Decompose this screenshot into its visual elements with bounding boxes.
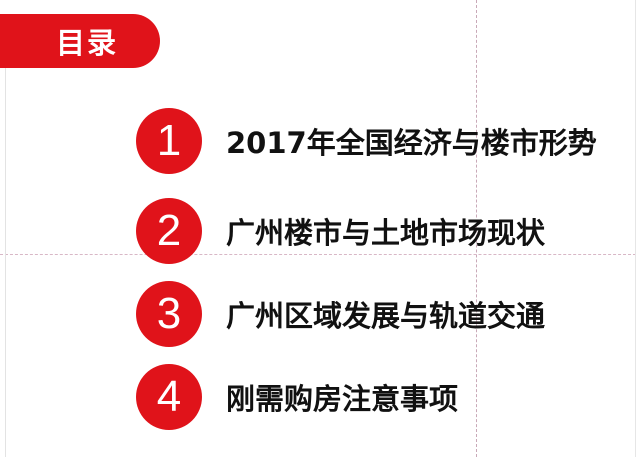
toc-item-4: 4 刚需购房注意事项 [136,364,458,430]
toc-item-3: 3 广州区域发展与轨道交通 [136,281,545,347]
toc-item-2: 2 广州楼市与土地市场现状 [136,198,545,264]
item-number: 3 [156,289,182,338]
toc-item-label: 广州区域发展与轨道交通 [226,299,546,333]
toc-item-label: 刚需购房注意事项 [226,382,459,416]
number-badge: 1 [136,108,202,174]
page-title: 目录 [56,26,119,60]
toc-item-1: 1 2017年全国经济与楼市形势 [136,108,597,174]
item-number: 2 [156,206,182,255]
toc-item-label: 广州楼市与土地市场现状 [226,216,546,250]
number-badge: 4 [136,364,202,430]
item-number: 4 [156,372,182,421]
toc-item-label: 2017年全国经济与楼市形势 [226,126,597,160]
title-tab: 目录 [0,14,160,68]
number-badge: 3 [136,281,202,347]
number-badge: 2 [136,198,202,264]
left-edge-line [5,62,6,457]
item-number: 1 [156,116,182,165]
